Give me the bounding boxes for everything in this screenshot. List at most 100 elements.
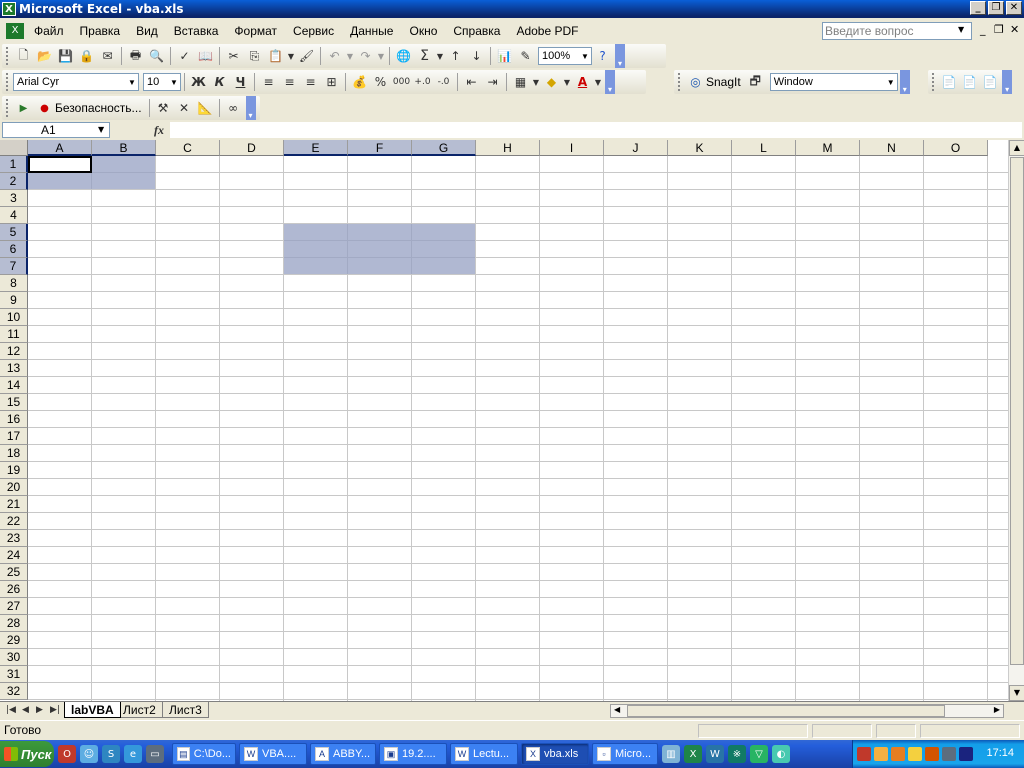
row-header-1[interactable]: 1 [0,156,28,173]
row-header-17[interactable]: 17 [0,428,28,445]
column-header-e[interactable]: E [284,140,348,156]
next-sheet-icon[interactable]: ▶ [36,705,43,715]
hyperlink-icon[interactable]: 🌐 [393,46,414,66]
menu-window[interactable]: Окно [401,24,445,38]
column-header-b[interactable]: B [92,140,156,156]
borders-dropdown-icon[interactable]: ▼ [531,72,541,92]
excel-app-icon[interactable]: X [2,2,16,16]
sheet-tab-list3[interactable]: Лист3 [162,702,209,718]
tray-word-icon[interactable]: W [706,745,724,763]
row-header-4[interactable]: 4 [0,207,28,224]
chart-wizard-icon[interactable]: 📊 [494,46,515,66]
email-icon[interactable]: ✉ [97,46,118,66]
row-header-9[interactable]: 9 [0,292,28,309]
print-icon[interactable]: 🖶 [125,46,146,66]
column-header-m[interactable]: M [796,140,860,156]
column-header-d[interactable]: D [220,140,284,156]
control-toolbox-icon[interactable]: ✕ [174,98,195,118]
quicklaunch-ie-icon[interactable]: e [124,745,142,763]
zoom-dropdown-icon[interactable]: ▼ [579,52,591,61]
row-header-23[interactable]: 23 [0,530,28,547]
new-icon[interactable]: 🗋 [13,46,34,66]
borders-icon[interactable]: ▦ [510,72,531,92]
row-header-6[interactable]: 6 [0,241,28,258]
menu-adobe-pdf[interactable]: Adobe PDF [508,24,586,38]
active-cell-a1[interactable] [28,156,92,173]
thousands-button[interactable]: 000 [391,72,412,92]
row-header-26[interactable]: 26 [0,581,28,598]
merge-center-icon[interactable]: ⊞ [321,72,342,92]
snagit-icon[interactable]: ◎ [685,72,706,92]
row-header-5[interactable]: 5 [0,224,28,241]
undo-dropdown-icon[interactable]: ▼ [345,46,355,66]
formula-input[interactable] [170,122,1022,138]
tray-app-icon-1[interactable]: ▥ [662,745,680,763]
security-button[interactable]: Безопасность... [55,101,142,115]
task-abbyy[interactable]: A ABBY... [310,743,376,765]
column-header-j[interactable]: J [604,140,668,156]
menu-help[interactable]: Справка [445,24,508,38]
name-box[interactable]: A1 [2,122,110,138]
menu-edit[interactable]: Правка [72,24,129,38]
snagit-button[interactable]: SnagIt [706,75,741,89]
vb-editor-icon[interactable]: ⚒ [153,98,174,118]
column-header-n[interactable]: N [860,140,924,156]
align-right-icon[interactable]: ≡ [300,72,321,92]
italic-button[interactable]: К [209,72,230,92]
sheet-tab-labvba[interactable]: labVBA [64,702,121,718]
scroll-right-icon[interactable]: ▶ [994,705,1000,714]
drawing-icon[interactable]: ✎ [515,46,536,66]
fx-icon[interactable]: fx [154,123,164,138]
first-sheet-icon[interactable]: |◀ [6,705,16,715]
column-header-o[interactable]: O [924,140,988,156]
menu-data[interactable]: Данные [342,24,401,38]
ask-dropdown-icon[interactable]: ▼ [958,25,964,34]
redo-dropdown-icon[interactable]: ▼ [376,46,386,66]
fill-color-icon[interactable]: ◆ [541,72,562,92]
quicklaunch-messenger-icon[interactable]: ☺ [80,745,98,763]
toolbar-grip[interactable] [6,73,10,91]
cut-icon[interactable]: ✂ [223,46,244,66]
close-button[interactable]: ✕ [1006,1,1022,15]
row-header-29[interactable]: 29 [0,632,28,649]
column-header-i[interactable]: I [540,140,604,156]
doc-restore-icon[interactable]: ❐ [994,23,1004,36]
ask-question-input[interactable]: Введите вопрос [822,22,972,40]
row-header-13[interactable]: 13 [0,360,28,377]
row-header-27[interactable]: 27 [0,598,28,615]
align-left-icon[interactable]: ≡ [258,72,279,92]
tray-excel-icon[interactable]: X [684,745,702,763]
column-header-k[interactable]: K [668,140,732,156]
copy-icon[interactable]: ⎘ [244,46,265,66]
font-name-combo[interactable]: Arial Cyr ▼ [13,73,139,91]
column-header-f[interactable]: F [348,140,412,156]
record-macro-icon[interactable]: ● [34,98,55,118]
menu-tools[interactable]: Сервис [285,24,342,38]
save-icon[interactable]: 💾 [55,46,76,66]
tray-app-icon-4[interactable]: ◐ [772,745,790,763]
select-all-button[interactable] [0,140,28,156]
sort-ascending-icon[interactable]: ↑ [445,46,466,66]
zonealarm-icon[interactable] [857,747,871,761]
decrease-decimal-icon[interactable]: -.0 [433,72,454,92]
toolbar-options-icon[interactable]: ▾ [1002,70,1012,94]
tray-icon[interactable] [908,747,922,761]
row-header-22[interactable]: 22 [0,513,28,530]
row-header-25[interactable]: 25 [0,564,28,581]
task-vba-xls[interactable]: Xvba.xls [521,743,589,765]
tray-app-icon-3[interactable]: ▽ [750,745,768,763]
quicklaunch-opera-icon[interactable]: O [58,745,76,763]
row-header-21[interactable]: 21 [0,496,28,513]
tray-icon[interactable] [959,747,973,761]
row-header-32[interactable]: 32 [0,683,28,700]
toolbar-options-icon[interactable]: ▾ [605,70,615,94]
currency-icon[interactable]: 💰 [349,72,370,92]
row-header-28[interactable]: 28 [0,615,28,632]
column-header-c[interactable]: C [156,140,220,156]
permission-icon[interactable]: 🔒 [76,46,97,66]
bold-button[interactable]: Ж [188,72,209,92]
toolbar-options-icon[interactable]: ▾ [899,70,910,94]
cell-area[interactable] [28,156,1008,701]
row-header-3[interactable]: 3 [0,190,28,207]
paste-icon[interactable]: 📋 [265,46,286,66]
